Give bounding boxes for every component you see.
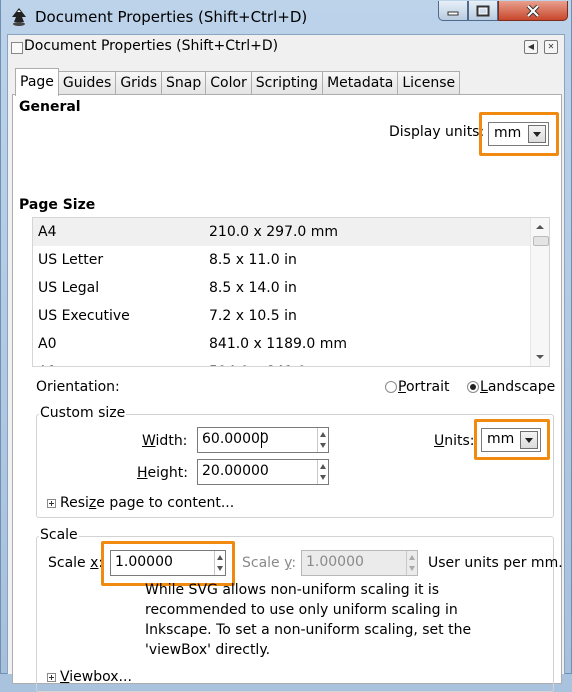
- units-label: Units:: [434, 433, 475, 449]
- page-size-dimensions: 8.5 x 14.0 in: [209, 280, 297, 296]
- inkscape-app-icon: [12, 8, 26, 26]
- page-size-dimensions: 210.0 x 297.0 mm: [209, 224, 339, 240]
- tab-license[interactable]: License: [397, 71, 461, 95]
- display-units-highlight: [479, 112, 559, 156]
- tab-scripting[interactable]: Scripting: [250, 71, 324, 95]
- close-button[interactable]: [498, 1, 568, 21]
- list-item[interactable]: A0 841.0 x 1189.0 mm: [33, 330, 531, 358]
- scale-y-spin-arrows: [406, 551, 417, 575]
- tab-page[interactable]: Page: [15, 68, 59, 96]
- page-size-dimensions: 7.2 x 10.5 in: [209, 308, 297, 324]
- height-label: Height:: [137, 465, 188, 481]
- scale-y-value: 1.00000: [306, 554, 364, 570]
- page-size-dimensions: 841.0 x 1189.0 mm: [209, 336, 347, 352]
- custom-size-heading: Custom size: [39, 405, 127, 421]
- tab-guides[interactable]: Guides: [57, 71, 117, 95]
- list-item[interactable]: US Executive 7.2 x 10.5 in: [33, 302, 531, 330]
- scroll-down-icon[interactable]: [531, 350, 549, 364]
- dock-titlebar[interactable]: Document Properties (Shift+Ctrl+D) ◀ ✕: [8, 35, 564, 59]
- dock-iconify-button[interactable]: ◀: [524, 40, 538, 54]
- window-title: Document Properties (Shift+Ctrl+D): [35, 8, 308, 26]
- list-item[interactable]: A1 594.0 x 841.0: [33, 358, 531, 366]
- page-tab-panel: General Display units: mm Page Size A4 2…: [12, 94, 563, 692]
- tab-color[interactable]: Color: [205, 71, 252, 95]
- minimize-button[interactable]: [438, 1, 468, 21]
- height-spinbox[interactable]: 20.00000: [197, 459, 329, 485]
- list-item[interactable]: US Legal 8.5 x 14.0 in: [33, 274, 531, 302]
- page-size-dimensions: 8.5 x 11.0 in: [209, 252, 297, 268]
- page-size-scrollbar[interactable]: [530, 218, 549, 366]
- scale-note-line: 'viewBox' directly.: [145, 642, 271, 658]
- close-icon: [526, 4, 540, 17]
- list-item[interactable]: US Letter 8.5 x 11.0 in: [33, 246, 531, 274]
- width-label: Width:: [142, 433, 188, 449]
- expand-icon[interactable]: [47, 499, 56, 508]
- scroll-up-icon[interactable]: [531, 220, 549, 234]
- page-size-heading: Page Size: [19, 197, 96, 213]
- scale-x-label: Scale x:: [48, 555, 104, 571]
- page-size-name: US Executive: [38, 308, 130, 324]
- page-size-name: A1: [38, 358, 56, 366]
- dock-title: Document Properties (Shift+Ctrl+D): [24, 38, 279, 54]
- dialog-client-area: Document Properties (Shift+Ctrl+D) ◀ ✕ P…: [7, 34, 565, 692]
- landscape-radio[interactable]: [467, 381, 479, 393]
- page-size-dimensions: 594.0 x 841.0: [209, 358, 306, 366]
- tab-grids[interactable]: Grids: [115, 71, 162, 95]
- general-heading: General: [19, 99, 81, 115]
- user-units-label: User units per mm.: [428, 555, 563, 571]
- height-spin-arrows[interactable]: [317, 460, 328, 484]
- maximize-button[interactable]: [468, 1, 498, 21]
- dock-grip-icon[interactable]: [11, 42, 23, 54]
- scale-note-line: recommended to use only uniform scaling …: [145, 602, 458, 618]
- tab-bar: Page Guides Grids Snap Color Scripting M…: [15, 68, 461, 96]
- portrait-radio[interactable]: [385, 381, 397, 393]
- page-size-list[interactable]: A4 210.0 x 297.0 mm US Letter 8.5 x 11.0…: [32, 217, 550, 367]
- scrollbar-thumb[interactable]: [533, 236, 549, 246]
- width-spinbox[interactable]: 60.00000: [197, 427, 329, 453]
- list-item[interactable]: A4 210.0 x 297.0 mm: [33, 218, 531, 246]
- scale-heading: Scale: [39, 527, 79, 543]
- scale-note-line: While SVG allows non-uniform scaling it …: [145, 582, 440, 598]
- dialog-window: Document Properties (Shift+Ctrl+D) Docum…: [0, 0, 572, 692]
- resize-to-content-expander[interactable]: Resize page to content...: [60, 495, 234, 511]
- scale-x-highlight: [101, 541, 235, 586]
- landscape-label[interactable]: Landscape: [480, 379, 555, 395]
- dock-close-button[interactable]: ✕: [544, 40, 558, 54]
- page-size-name: US Letter: [38, 252, 104, 268]
- tab-metadata[interactable]: Metadata: [322, 71, 399, 95]
- width-value: 60.00000: [202, 431, 269, 447]
- text-cursor: [261, 432, 262, 448]
- portrait-label[interactable]: Portrait: [398, 379, 449, 395]
- window-titlebar[interactable]: Document Properties (Shift+Ctrl+D): [1, 0, 571, 34]
- scale-note-line: Inkscape. To set a non-uniform scaling, …: [145, 622, 472, 638]
- page-size-name: A0: [38, 336, 57, 352]
- chevron-left-icon: ◀: [527, 42, 535, 51]
- width-spin-arrows[interactable]: [317, 428, 328, 452]
- orientation-label: Orientation:: [36, 379, 120, 395]
- page-size-name: A4: [38, 224, 57, 240]
- maximize-icon: [476, 5, 490, 16]
- expand-icon[interactable]: [47, 673, 56, 682]
- height-value: 20.00000: [202, 463, 269, 479]
- viewbox-expander[interactable]: Viewbox...: [60, 669, 132, 685]
- scale-y-spinbox: 1.00000: [301, 550, 418, 576]
- display-units-label: Display units:: [389, 124, 485, 140]
- scale-y-label: Scale y:: [242, 555, 297, 571]
- page-size-name: US Legal: [38, 280, 100, 296]
- minimize-icon: [447, 11, 459, 15]
- close-icon: ✕: [547, 42, 555, 51]
- units-highlight: [474, 419, 550, 460]
- tab-snap[interactable]: Snap: [161, 71, 207, 95]
